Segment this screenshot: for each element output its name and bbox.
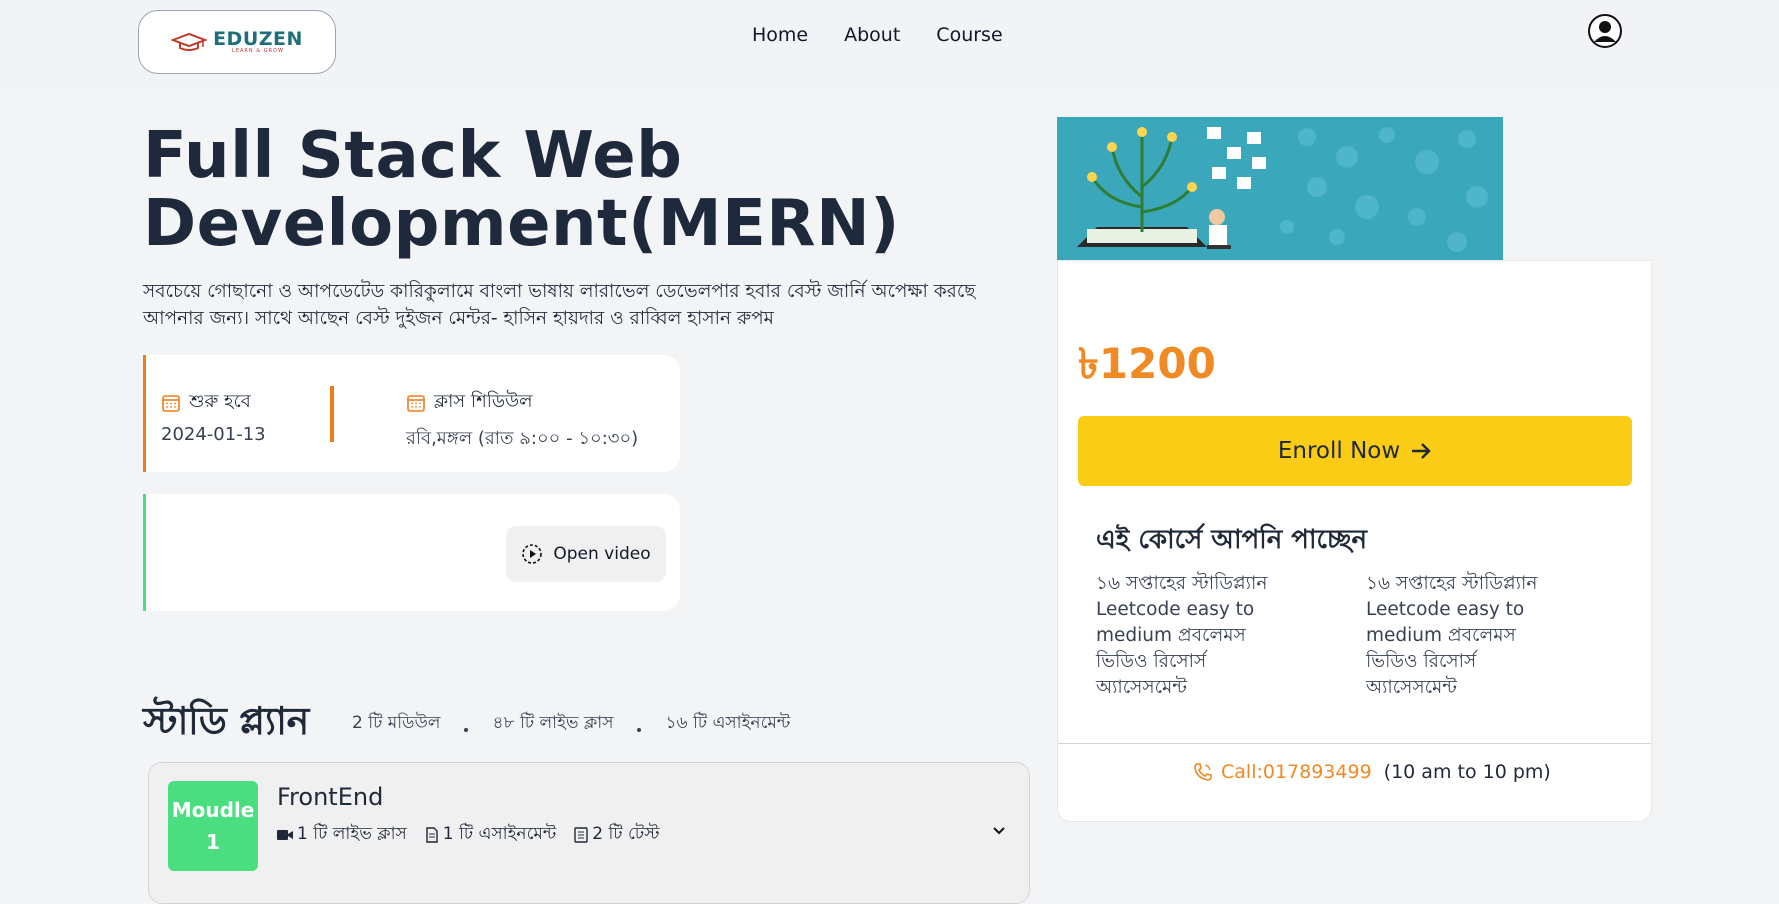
open-video-label: Open video <box>553 544 651 564</box>
module-meta: 1 টি লাইভ ক্লাস 1 টি এসাইনমেন্ট 2 টি টেস… <box>277 821 660 849</box>
benefits-list: ১৬ সপ্তাহের স্টাডিপ্ল্যান Leetcode easy … <box>1096 571 1636 701</box>
separator-dot <box>637 728 642 732</box>
start-date: 2024-01-13 <box>161 424 266 445</box>
module-badge: Moudle 1 <box>168 781 258 871</box>
course-banner-image <box>1057 117 1503 260</box>
stat-assignments: ১৬ টি এসাইনমেন্ট <box>665 713 791 733</box>
module-accordion[interactable]: Moudle 1 FrontEnd 1 টি লাইভ ক্লাস 1 টি এ… <box>148 762 1030 904</box>
benefit-item: অ্যাসেসমেন্ট <box>1096 677 1187 698</box>
course-price: ৳1200 <box>1078 339 1216 388</box>
schedule-block: ক্লাস শিডিউল রবি,মঙ্গল (রাত ৯:০০ - ১০:৩০… <box>406 387 638 455</box>
module-live-text: 1 টি লাইভ ক্লাস <box>297 824 407 844</box>
stat-live-classes: ৪৮ টি লাইভ ক্লাস <box>492 713 614 733</box>
call-number[interactable]: Call:017893499 <box>1221 761 1372 783</box>
open-video-button[interactable]: Open video <box>506 526 666 582</box>
benefit-item: ভিডিও রিসোর্স <box>1096 651 1207 672</box>
schedule-value: রবি,মঙ্গল (রাত ৯:০০ - ১০:৩০) <box>406 428 639 449</box>
benefit-item: Leetcode easy to medium প্রবলেমস <box>1096 599 1255 646</box>
arrow-right-icon <box>1412 443 1431 459</box>
graduation-cap-icon <box>171 32 208 51</box>
module-title: FrontEnd <box>277 783 384 811</box>
module-assignment: 1 টি এসাইনমেন্ট <box>425 821 556 849</box>
schedule-card: শুরু হবে 2024-01-13 ক্লাস শিডিউল রবি,মঙ্… <box>143 355 680 472</box>
module-test-text: 2 টি টেস্ট <box>592 824 660 844</box>
schedule-label: ক্লাস শিডিউল <box>434 391 533 412</box>
video-card: Open video <box>143 494 680 611</box>
module-test: 2 টি টেস্ট <box>574 821 660 849</box>
study-plan-title: স্টাডি প্ল্যান <box>143 699 309 743</box>
nav-links: Home About Course <box>752 24 1003 46</box>
banner-illustration <box>1057 117 1503 260</box>
phone-icon <box>1194 763 1212 781</box>
pricing-card: ৳1200 Enroll Now এই কোর্সে আপনি পাচ্ছেন … <box>1057 260 1652 822</box>
course-title-line2: Development(MERN) <box>143 187 900 261</box>
call-info[interactable]: Call:017893499 (10 am to 10 pm) <box>1193 761 1551 783</box>
module-live: 1 টি লাইভ ক্লাস <box>277 821 407 849</box>
benefit-item: ভিডিও রিসোর্স <box>1366 651 1477 672</box>
enroll-label: Enroll Now <box>1277 438 1401 464</box>
course-title-line1: Full Stack Web <box>143 119 683 193</box>
start-label: শুরু হবে <box>189 391 251 412</box>
logo-text: EDUZEN <box>213 28 303 50</box>
nav-link-home[interactable]: Home <box>752 24 808 46</box>
benefit-item: অ্যাসেসমেন্ট <box>1366 677 1457 698</box>
benefits-column-left: ১৬ সপ্তাহের স্টাডিপ্ল্যান Leetcode easy … <box>1096 571 1326 701</box>
benefits-column-right: ১৬ সপ্তাহের স্টাডিপ্ল্যান Leetcode easy … <box>1366 571 1596 701</box>
user-avatar-icon[interactable] <box>1588 14 1622 48</box>
video-camera-icon <box>277 830 293 840</box>
separator-dot <box>464 728 469 732</box>
calendar-icon <box>407 394 425 412</box>
study-plan-stats: 2 টি মডিউল ৪৮ টি লাইভ ক্লাস ১৬ টি এসাইনম… <box>352 710 790 738</box>
card-divider <box>1058 743 1651 744</box>
enroll-now-button[interactable]: Enroll Now <box>1078 416 1632 486</box>
logo[interactable]: EDUZEN LEARN & GROW <box>138 10 336 74</box>
module-assignment-text: 1 টি এসাইনমেন্ট <box>442 824 557 844</box>
benefits-title: এই কোর্সে আপনি পাচ্ছেন <box>1096 525 1368 555</box>
test-sheet-icon <box>574 827 588 843</box>
start-date-block: শুরু হবে 2024-01-13 <box>161 387 266 445</box>
module-badge-label: Moudle <box>171 798 255 822</box>
nav-link-course[interactable]: Course <box>936 24 1002 46</box>
play-circle-icon <box>522 544 543 564</box>
module-badge-number: 1 <box>206 830 220 854</box>
benefit-item: ১৬ সপ্তাহের স্টাডিপ্ল্যান <box>1366 573 1538 594</box>
course-title: Full Stack Web Development(MERN) <box>143 122 900 258</box>
benefit-item: ১৬ সপ্তাহের স্টাডিপ্ল্যান <box>1096 573 1268 594</box>
navbar: EDUZEN LEARN & GROW Home About Course <box>0 0 1779 90</box>
nav-link-about[interactable]: About <box>844 24 900 46</box>
call-hours: (10 am to 10 pm) <box>1383 761 1551 783</box>
benefit-item: Leetcode easy to medium প্রবলেমস <box>1366 599 1525 646</box>
course-description: সবচেয়ে গোছানো ও আপডেটেড কারিকুলামে বাংল… <box>143 281 976 329</box>
calendar-icon <box>162 394 180 412</box>
schedule-divider <box>330 386 334 442</box>
document-icon <box>426 827 438 843</box>
chevron-down-icon[interactable] <box>989 821 1009 841</box>
stat-modules: 2 টি মডিউল <box>352 713 441 733</box>
